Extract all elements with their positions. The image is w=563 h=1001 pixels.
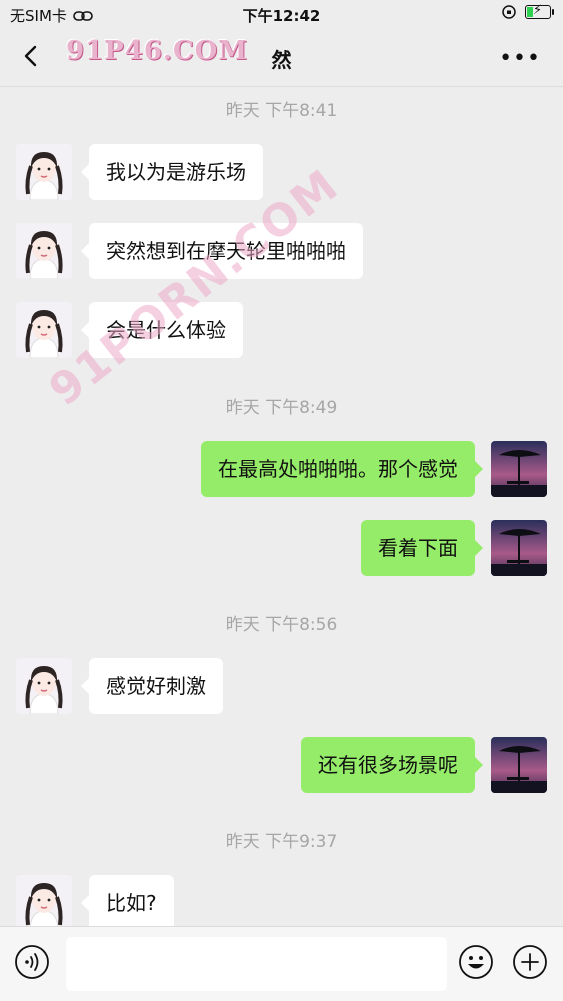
input-bar xyxy=(0,926,563,1001)
status-bar: 无SIM卡 下午12:42 ⚡ xyxy=(0,0,563,28)
status-time: 下午12:42 xyxy=(242,7,321,25)
contact-avatar[interactable] xyxy=(16,144,72,200)
emoji-icon[interactable] xyxy=(458,944,494,980)
received-message-bubble[interactable]: 会是什么体验 xyxy=(81,302,243,358)
received-message-bubble[interactable]: 比如? xyxy=(81,875,174,926)
timestamp: 昨天 下午8:41 xyxy=(225,101,338,121)
my-avatar[interactable] xyxy=(491,520,547,576)
voice-icon[interactable] xyxy=(14,944,50,980)
sent-message-bubble[interactable]: 在最高处啪啪啪。那个感觉 xyxy=(201,441,483,497)
received-message-bubble[interactable]: 我以为是游乐场 xyxy=(81,144,263,200)
battery-icon: ⚡ xyxy=(525,3,554,19)
status-right: ⚡ xyxy=(501,3,554,20)
contact-avatar[interactable] xyxy=(16,658,72,714)
contact-avatar[interactable] xyxy=(16,875,72,926)
received-message-bubble[interactable]: 突然想到在摩天轮里啪啪啪 xyxy=(81,223,363,279)
timestamp: 昨天 下午8:56 xyxy=(225,615,338,635)
my-avatar[interactable] xyxy=(491,441,547,497)
more-options-button[interactable]: ••• xyxy=(499,46,541,71)
message-input[interactable] xyxy=(66,937,447,991)
received-message-bubble[interactable]: 感觉好刺激 xyxy=(81,658,223,714)
timestamp: 昨天 下午8:49 xyxy=(225,398,338,418)
my-avatar[interactable] xyxy=(491,737,547,793)
timestamp: 昨天 下午9:37 xyxy=(225,832,338,852)
watermark-logo: 91P46.COM xyxy=(66,36,249,66)
sent-message-bubble[interactable]: 看着下面 xyxy=(361,520,483,576)
plus-icon[interactable] xyxy=(512,944,548,980)
sent-message-bubble[interactable]: 还有很多场景呢 xyxy=(301,737,483,793)
contact-avatar[interactable] xyxy=(16,302,72,358)
message-list[interactable]: 昨天 下午8:41 我以为是游乐场 突然想到在摩天轮里啪啪啪 会是什么体验 昨天… xyxy=(0,86,563,926)
orientation-lock-icon xyxy=(502,5,516,19)
contact-avatar[interactable] xyxy=(16,223,72,279)
